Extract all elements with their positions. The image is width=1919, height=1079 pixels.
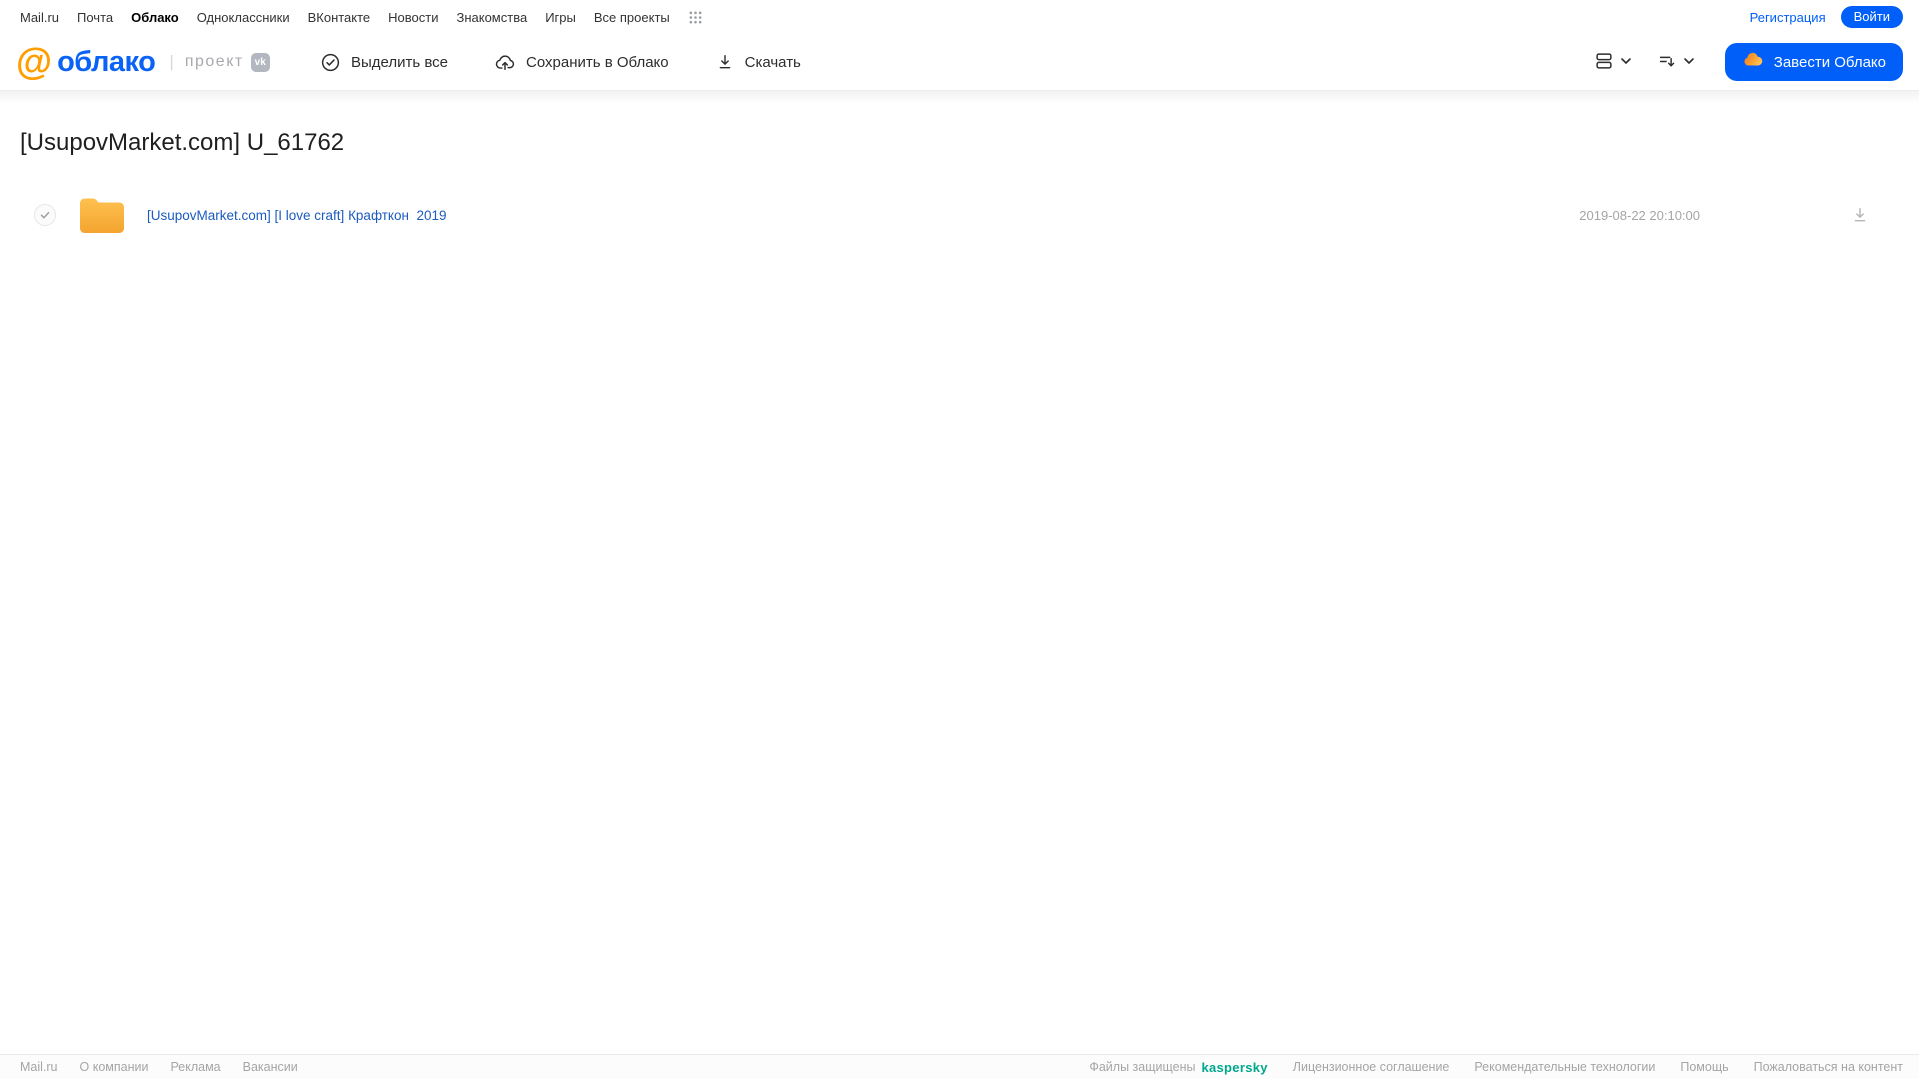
nav-link-dating[interactable]: Знакомства <box>456 10 527 25</box>
mailru-at-icon: @ <box>16 41 53 82</box>
cloud-logo[interactable]: @ облако | проект vk <box>16 41 310 82</box>
list-view-icon <box>1593 50 1615 75</box>
footer-link-about[interactable]: О компании <box>80 1060 149 1074</box>
folder-name-link[interactable]: [UsupovMarket.com] [I love craft] Крафтк… <box>147 208 447 223</box>
nav-link-games[interactable]: Игры <box>545 10 576 25</box>
page-title: [UsupovMarket.com] U_61762 <box>20 129 345 156</box>
view-mode-button[interactable] <box>1585 44 1640 81</box>
apps-grid-icon[interactable] <box>689 11 702 24</box>
cloud-icon <box>1742 49 1764 75</box>
file-list: [UsupovMarket.com] [I love craft] Крафтк… <box>20 191 1899 239</box>
check-circle-icon <box>320 52 341 73</box>
footer-link-recommendation-tech[interactable]: Рекомендательные технологии <box>1474 1060 1655 1074</box>
nav-link-mailru[interactable]: Mail.ru <box>20 10 59 25</box>
footer-link-report-content[interactable]: Пожаловаться на контент <box>1754 1060 1903 1074</box>
save-to-cloud-label: Сохранить в Облако <box>526 53 669 71</box>
registration-link[interactable]: Регистрация <box>1750 10 1826 25</box>
header-view-controls: Завести Облако <box>1585 43 1903 81</box>
logo-wordmark: облако <box>57 45 156 78</box>
select-all-label: Выделить все <box>351 53 449 71</box>
vk-badge-icon: vk <box>250 52 270 72</box>
nav-link-news[interactable]: Новости <box>388 10 438 25</box>
download-label: Скачать <box>744 53 801 71</box>
main-content: [UsupovMarket.com] U_61762 [UsupovMarket… <box>0 129 1919 239</box>
chevron-down-icon <box>1620 55 1632 70</box>
footer-left-links: Mail.ru О компании Реклама Вакансии <box>20 1060 298 1074</box>
cloud-upload-icon <box>494 51 516 73</box>
app-header: @ облако | проект vk Выделить все Сохран… <box>0 34 1919 90</box>
footer-link-license[interactable]: Лицензионное соглашение <box>1293 1060 1450 1074</box>
logo-divider: | <box>169 52 174 71</box>
portal-nav-links: Mail.ru Почта Облако Одноклассники ВКонт… <box>20 10 1750 25</box>
file-row[interactable]: [UsupovMarket.com] [I love craft] Крафтк… <box>20 191 1899 239</box>
nav-link-odnoklassniki[interactable]: Одноклассники <box>197 10 290 25</box>
nav-link-mail[interactable]: Почта <box>77 10 113 25</box>
header-shadow <box>0 90 1919 103</box>
kaspersky-logo-link[interactable]: kaspersky <box>1201 1060 1267 1075</box>
folder-icon[interactable] <box>79 196 125 235</box>
footer-right-links: Файлы защищены kaspersky Лицензионное со… <box>1089 1060 1903 1075</box>
footer-link-jobs[interactable]: Вакансии <box>243 1060 298 1074</box>
select-all-button[interactable]: Выделить все <box>320 52 448 73</box>
footer-link-ads[interactable]: Реклама <box>170 1060 220 1074</box>
kaspersky-protection: Файлы защищены kaspersky <box>1089 1060 1267 1075</box>
row-download-button[interactable] <box>1850 205 1870 225</box>
sort-icon <box>1656 50 1678 75</box>
login-button[interactable]: Войти <box>1840 6 1903 28</box>
footer-link-mailru[interactable]: Mail.ru <box>20 1060 58 1074</box>
protected-label: Файлы защищены <box>1089 1060 1196 1074</box>
file-toolbar: Выделить все Сохранить в Облако Скачать <box>320 51 801 73</box>
nav-link-cloud[interactable]: Облако <box>131 10 179 25</box>
chevron-down-icon <box>1683 55 1695 70</box>
get-cloud-button[interactable]: Завести Облако <box>1724 43 1903 81</box>
get-cloud-label: Завести Облако <box>1773 53 1886 71</box>
save-to-cloud-button[interactable]: Сохранить в Облако <box>494 51 669 73</box>
footer-link-help[interactable]: Помощь <box>1680 1060 1728 1074</box>
project-label: проект <box>184 53 244 70</box>
row-checkbox[interactable] <box>34 204 56 226</box>
download-icon <box>1854 208 1866 222</box>
download-button[interactable]: Скачать <box>715 52 801 72</box>
portal-nav: Mail.ru Почта Облако Одноклассники ВКонт… <box>0 0 1919 34</box>
file-date: 2019-08-22 20:10:00 <box>1579 207 1700 223</box>
checkmark-icon <box>40 211 50 219</box>
portal-nav-auth: Регистрация Войти <box>1750 6 1903 28</box>
sort-button[interactable] <box>1648 44 1703 81</box>
nav-link-vkontakte[interactable]: ВКонтакте <box>308 10 371 25</box>
page-footer: Mail.ru О компании Реклама Вакансии Файл… <box>0 1054 1919 1079</box>
nav-link-all-projects[interactable]: Все проекты <box>594 10 670 25</box>
download-icon <box>715 52 735 72</box>
